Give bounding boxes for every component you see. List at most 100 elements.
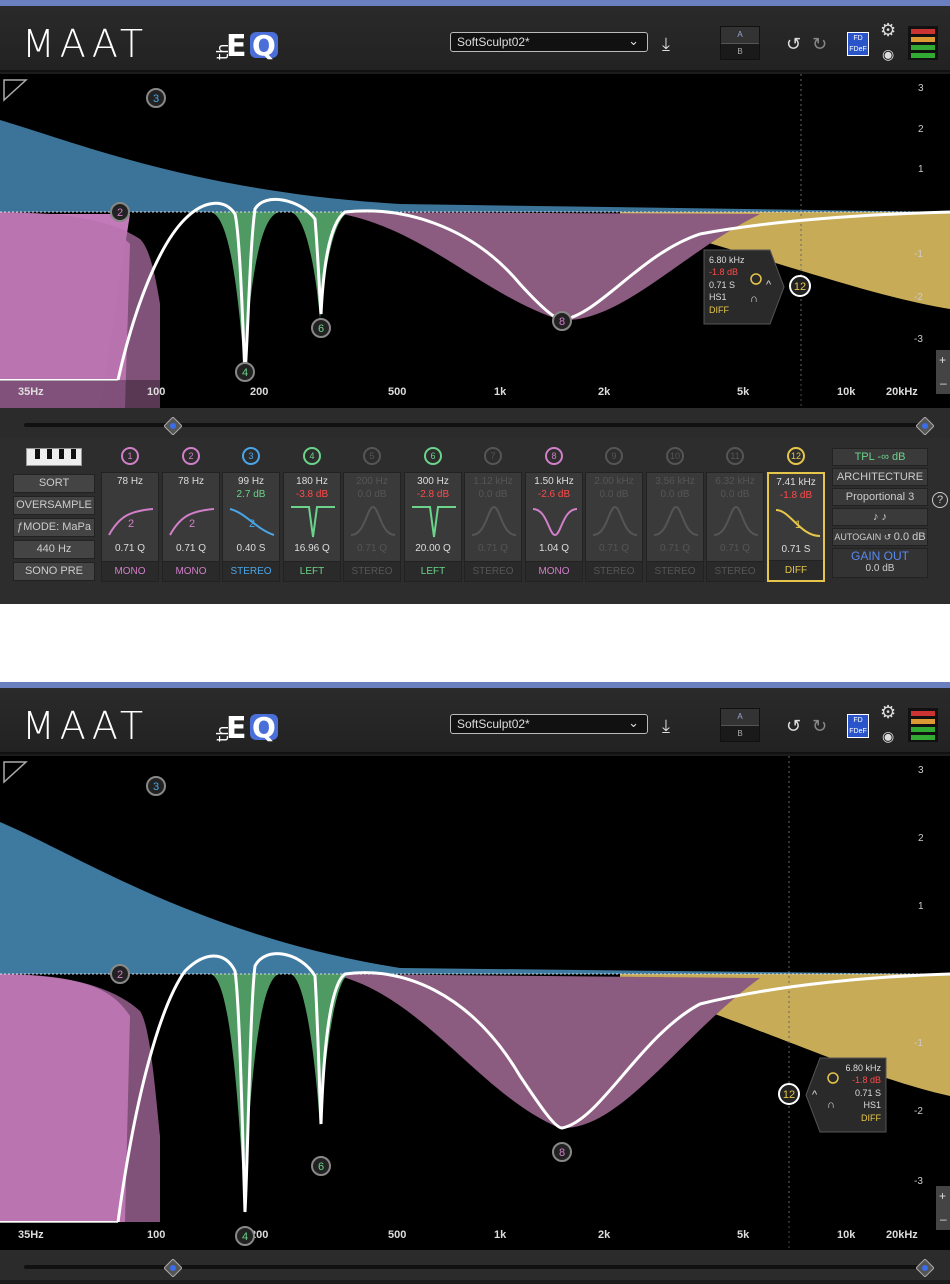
band-node-8[interactable]: 8: [552, 1142, 572, 1162]
band-5-strip[interactable]: 200 Hz 0.0 dB 0.71 Q STEREO: [343, 472, 401, 582]
sono-pre-button[interactable]: SONO PRE: [13, 562, 95, 581]
band-gain[interactable]: 0.0 dB: [647, 489, 703, 500]
phase-buttons[interactable]: ♪ ♪: [832, 508, 928, 526]
undo-icon[interactable]: ↺: [786, 34, 801, 55]
band-node-3[interactable]: 3: [146, 776, 166, 796]
band-9-power-button[interactable]: 9: [605, 447, 623, 465]
corner-toggle-icon[interactable]: [3, 79, 28, 102]
band-channel-mode[interactable]: STEREO: [707, 561, 763, 581]
band-channel-mode[interactable]: STEREO: [586, 561, 642, 581]
band-q[interactable]: 20.00 Q: [405, 543, 461, 554]
oversample-button[interactable]: OVERSAMPLE: [13, 496, 95, 515]
zoom-in-icon[interactable]: +: [939, 353, 946, 367]
band-frequency[interactable]: 1.50 kHz: [526, 476, 582, 487]
redo-icon[interactable]: ↻: [812, 716, 827, 737]
band-frequency[interactable]: 3.56 kHz: [647, 476, 703, 487]
ab-compare-switch[interactable]: A B: [720, 708, 760, 742]
slider-handle-left[interactable]: [164, 1259, 182, 1277]
band-channel-mode[interactable]: STEREO: [223, 561, 279, 581]
band-channel-mode[interactable]: MONO: [526, 561, 582, 581]
band-q[interactable]: 0.71 Q: [707, 543, 763, 554]
band-node-2[interactable]: 2: [110, 964, 130, 984]
band-12-power-button[interactable]: 12: [787, 447, 805, 465]
band-channel-mode[interactable]: MONO: [102, 561, 158, 581]
a-slot[interactable]: A: [721, 709, 759, 725]
band-channel-mode[interactable]: LEFT: [284, 561, 340, 581]
slider-track[interactable]: [24, 423, 930, 427]
band-6-power-button[interactable]: 6: [424, 447, 442, 465]
band-gain[interactable]: -3.8 dB: [284, 489, 340, 500]
band-node-2[interactable]: 2: [110, 202, 130, 222]
band-1-power-button[interactable]: 1: [121, 447, 139, 465]
band-channel-mode[interactable]: STEREO: [647, 561, 703, 581]
band-frequency[interactable]: 180 Hz: [284, 476, 340, 487]
band-q[interactable]: 0.71 Q: [647, 543, 703, 554]
preset-selector[interactable]: SoftSculpt02* ⌄: [450, 714, 648, 734]
band-node-12[interactable]: 12: [778, 1083, 800, 1105]
band-gain[interactable]: -2.8 dB: [405, 489, 461, 500]
band-q[interactable]: 0.71 Q: [586, 543, 642, 554]
range-slider[interactable]: [0, 1250, 950, 1280]
band-channel-mode[interactable]: LEFT: [405, 561, 461, 581]
band-q[interactable]: 0.71 Q: [344, 543, 400, 554]
band-frequency[interactable]: 6.32 kHz: [707, 476, 763, 487]
band-frequency[interactable]: 300 Hz: [405, 476, 461, 487]
band-1-strip[interactable]: 78 Hz 2 0.71 Q MONO: [101, 472, 159, 582]
band-gain[interactable]: 0.0 dB: [586, 489, 642, 500]
band-3-power-button[interactable]: 3: [242, 447, 260, 465]
reference-pitch-button[interactable]: 440 Hz: [13, 540, 95, 559]
save-preset-icon[interactable]: ⤓: [662, 716, 670, 737]
band-q[interactable]: 0.71 Q: [465, 543, 521, 554]
band-q[interactable]: 0.71 Q: [102, 543, 158, 554]
band-node-6[interactable]: 6: [311, 318, 331, 338]
band-node-4[interactable]: 4: [235, 362, 255, 382]
band-8-power-button[interactable]: 8: [545, 447, 563, 465]
ab-compare-switch[interactable]: A B: [720, 26, 760, 60]
band-4-strip[interactable]: 180 Hz -3.8 dB 16.96 Q LEFT: [283, 472, 341, 582]
range-slider[interactable]: [0, 408, 950, 438]
band-q[interactable]: 16.96 Q: [284, 543, 340, 554]
band-11-strip[interactable]: 6.32 kHz 0.0 dB 0.71 Q STEREO: [706, 472, 764, 582]
band-7-strip[interactable]: 1.12 kHz 0.0 dB 0.71 Q STEREO: [464, 472, 522, 582]
piano-keyboard-icon[interactable]: [26, 448, 82, 466]
band-node-12[interactable]: 12: [789, 275, 811, 297]
architecture-select[interactable]: Proportional 3: [832, 488, 928, 506]
undo-icon[interactable]: ↺: [786, 716, 801, 737]
slider-handle-right[interactable]: [916, 417, 934, 435]
band-channel-mode[interactable]: STEREO: [465, 561, 521, 581]
band-gain[interactable]: 0.0 dB: [707, 489, 763, 500]
band-gain[interactable]: 2.7 dB: [223, 489, 279, 500]
save-preset-icon[interactable]: ⤓: [662, 34, 670, 55]
band-q[interactable]: 0.40 S: [223, 543, 279, 554]
slider-handle-left[interactable]: [164, 417, 182, 435]
redo-icon[interactable]: ↻: [812, 34, 827, 55]
band-gain[interactable]: -1.8 dB: [769, 490, 823, 501]
band-8-strip[interactable]: 1.50 kHz -2.6 dB 1.04 Q MONO: [525, 472, 583, 582]
a-slot[interactable]: A: [721, 27, 759, 43]
tpl-readout[interactable]: TPL -∞ dB: [832, 448, 928, 466]
band-frequency[interactable]: 7.41 kHz: [769, 477, 823, 488]
band-node-3[interactable]: 3: [146, 88, 166, 108]
b-slot[interactable]: B: [721, 725, 759, 741]
band-frequency[interactable]: 200 Hz: [344, 476, 400, 487]
band-gain[interactable]: -2.6 dB: [526, 489, 582, 500]
band-10-strip[interactable]: 3.56 kHz 0.0 dB 0.71 Q STEREO: [646, 472, 704, 582]
gear-icon[interactable]: ⚙: [880, 20, 896, 41]
corner-toggle-icon[interactable]: [3, 761, 28, 784]
fdfdef-badge[interactable]: FD FDeF: [847, 714, 869, 738]
preset-selector[interactable]: SoftSculpt02* ⌄: [450, 32, 648, 52]
eq-curve-canvas[interactable]: 3 2 1 -1 -2 -3 35Hz 100 200 500 1k 2k 5k…: [0, 74, 950, 408]
band-12-strip[interactable]: 7.41 kHz -1.8 dB 1 0.71 S DIFF: [767, 472, 825, 582]
band-channel-mode[interactable]: DIFF: [769, 560, 823, 580]
band-gain[interactable]: 0.0 dB: [465, 489, 521, 500]
gain-out-control[interactable]: GAIN OUT 0.0 dB: [832, 548, 928, 578]
help-icon[interactable]: ?: [932, 492, 948, 508]
band-channel-mode[interactable]: MONO: [163, 561, 219, 581]
band-2-power-button[interactable]: 2: [182, 447, 200, 465]
band-node-8[interactable]: 8: [552, 311, 572, 331]
band-7-power-button[interactable]: 7: [484, 447, 502, 465]
eq-curve-canvas[interactable]: 3 2 1 -1 -2 -3 35Hz 100 200 500 1k 2k 5k…: [0, 756, 950, 1250]
fmode-button[interactable]: ƒMODE: MaPa: [13, 518, 95, 537]
slider-track[interactable]: [24, 1265, 930, 1269]
band-frequency[interactable]: 2.00 kHz: [586, 476, 642, 487]
